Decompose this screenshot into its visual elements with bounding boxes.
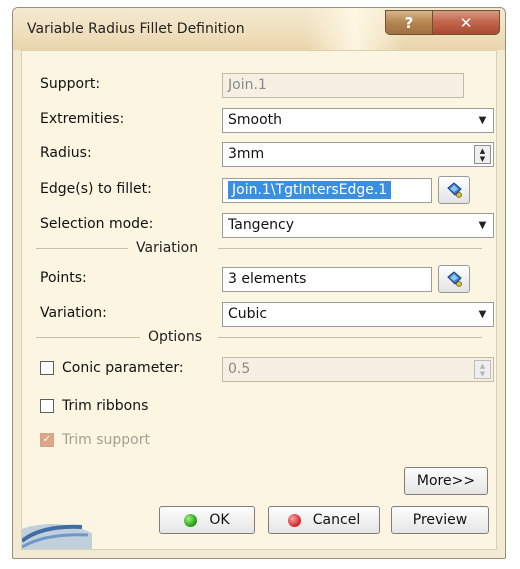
trim-support-label: Trim support — [62, 432, 150, 448]
cancel-label: Cancel — [312, 512, 361, 528]
points-pick-button[interactable] — [438, 265, 470, 293]
dialog-title: Variable Radius Fillet Definition — [27, 21, 245, 37]
conic-spinner[interactable]: ▲ ▼ — [474, 360, 491, 379]
selection-bucket-icon — [447, 182, 462, 198]
ok-label: OK — [209, 512, 230, 528]
section-divider — [36, 248, 128, 249]
red-dot-icon — [287, 513, 301, 527]
edges-label: Edge(s) to fillet: — [40, 181, 152, 197]
checkbox-box[interactable] — [40, 399, 54, 413]
selection-mode-value: Tangency — [228, 217, 295, 233]
more-button[interactable]: More>> — [404, 467, 488, 495]
chevron-down-icon[interactable]: ▼ — [474, 216, 491, 235]
points-field[interactable]: 3 elements — [222, 267, 432, 292]
support-field[interactable]: Join.1 — [222, 73, 464, 98]
radius-field[interactable]: 3mm ▲ ▼ — [222, 142, 494, 167]
selection-mode-label: Selection mode: — [40, 216, 154, 232]
extremities-dropdown[interactable]: Smooth ▼ — [222, 108, 494, 133]
check-mark-icon: ✓ — [42, 434, 52, 445]
edges-pick-button[interactable] — [438, 176, 470, 204]
conic-parameter-field[interactable]: 0.5 ▲ ▼ — [222, 357, 494, 382]
dialog-body: Support: Join.1 Extremities: Smooth ▼ Ra… — [21, 50, 497, 550]
close-button[interactable]: ✕ — [432, 10, 500, 35]
support-label: Support: — [40, 76, 101, 92]
cancel-button[interactable]: Cancel — [268, 506, 380, 534]
conic-parameter-label: Conic parameter: — [62, 360, 184, 376]
extremities-label: Extremities: — [40, 111, 125, 127]
selection-bucket-icon — [447, 271, 462, 287]
section-divider — [218, 248, 482, 249]
selection-mode-dropdown[interactable]: Tangency ▼ — [222, 213, 494, 238]
variation-value: Cubic — [228, 306, 268, 322]
options-section-header: Options — [36, 329, 482, 345]
options-title: Options — [148, 329, 203, 345]
ok-button[interactable]: OK — [159, 506, 255, 534]
checkbox-box[interactable] — [40, 361, 54, 375]
spin-up-icon[interactable]: ▲ — [480, 362, 485, 370]
conic-parameter-checkbox[interactable]: Conic parameter: — [40, 360, 184, 376]
points-label: Points: — [40, 270, 87, 286]
chevron-down-icon[interactable]: ▼ — [474, 305, 491, 324]
checkbox-box-checked[interactable]: ✓ — [40, 433, 54, 447]
preview-button[interactable]: Preview — [391, 506, 489, 534]
trim-ribbons-checkbox[interactable]: Trim ribbons — [40, 398, 148, 414]
chevron-down-icon[interactable]: ▼ — [474, 111, 491, 130]
catia-logo-icon — [22, 524, 92, 549]
radius-value: 3mm — [228, 146, 265, 162]
spin-down-icon[interactable]: ▼ — [480, 370, 485, 378]
variation-label: Variation: — [40, 305, 107, 321]
variation-section-header: Variation — [36, 240, 482, 256]
extremities-value: Smooth — [228, 112, 283, 128]
section-divider — [218, 337, 482, 338]
dialog-window: Variable Radius Fillet Definition ? ✕ Su… — [12, 7, 506, 559]
radius-spinner[interactable]: ▲ ▼ — [474, 145, 491, 164]
edges-field[interactable]: Join.1\TgtIntersEdge.1 — [222, 178, 432, 203]
spin-up-icon[interactable]: ▲ — [480, 147, 485, 155]
trim-support-checkbox[interactable]: ✓ Trim support — [40, 432, 150, 448]
radius-label: Radius: — [40, 145, 92, 161]
edges-value: Join.1\TgtIntersEdge.1 — [228, 181, 392, 199]
variation-dropdown[interactable]: Cubic ▼ — [222, 302, 494, 327]
title-bar[interactable]: Variable Radius Fillet Definition ? ✕ — [13, 8, 505, 50]
section-divider — [36, 337, 140, 338]
spin-down-icon[interactable]: ▼ — [480, 155, 485, 163]
trim-ribbons-label: Trim ribbons — [62, 398, 149, 414]
points-value: 3 elements — [228, 271, 307, 287]
help-button[interactable]: ? — [385, 10, 433, 35]
conic-parameter-value: 0.5 — [228, 361, 251, 377]
green-dot-icon — [184, 513, 198, 527]
variation-title: Variation — [136, 240, 199, 256]
